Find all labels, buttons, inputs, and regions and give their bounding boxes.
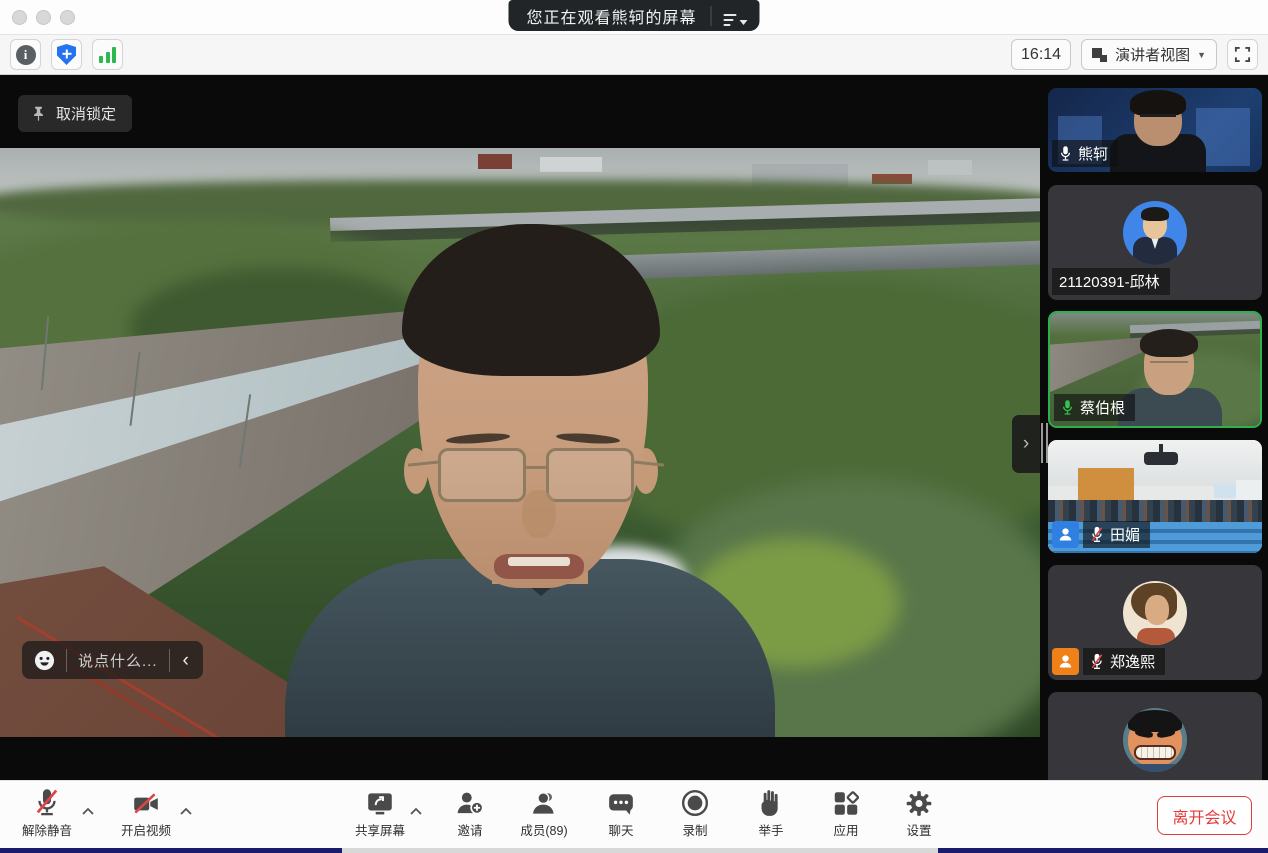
unmute-options-chevron[interactable]	[81, 803, 95, 821]
participant-tile-qiulin[interactable]: 21120391-邱林	[1048, 185, 1262, 300]
quick-chat-bar[interactable]: 说点什么... ‹	[22, 641, 203, 679]
avatar	[1123, 581, 1187, 645]
menu-lines-icon	[724, 11, 737, 26]
camera-off-icon	[131, 791, 161, 817]
fullscreen-icon	[1234, 46, 1251, 63]
participant-name-label: 郑逸熙	[1083, 648, 1165, 675]
avatar	[1123, 708, 1187, 772]
meeting-top-toolbar: i 16:14 演讲者视图 ▼	[0, 35, 1268, 75]
chat-bubble-icon	[607, 791, 635, 817]
chevron-right-icon: ›	[1023, 433, 1029, 455]
user-badge-blue-icon	[1052, 521, 1079, 548]
unmute-button[interactable]: 解除静音	[22, 787, 72, 839]
sidebar-collapse-button[interactable]: ›	[1012, 415, 1040, 473]
raise-hand-button[interactable]: 举手	[758, 787, 784, 839]
start-video-button[interactable]: 开启视频	[121, 787, 171, 839]
participant-tile-caibogen-active[interactable]: 蔡伯根	[1048, 311, 1262, 428]
meeting-timer[interactable]: 16:14	[1011, 39, 1071, 70]
zoom-window-button[interactable]	[60, 10, 75, 25]
quick-chat-input[interactable]: 说点什么...	[78, 650, 158, 671]
video-options-chevron[interactable]	[179, 803, 193, 821]
participant-name-label: 蔡伯根	[1054, 394, 1135, 421]
mic-on-icon	[1059, 145, 1072, 162]
participant-tile-cartoon[interactable]	[1048, 692, 1262, 780]
main-stage: 取消锁定 说点什么... ‹ ›	[0, 75, 1040, 780]
leave-meeting-button[interactable]: 离开会议	[1157, 796, 1252, 835]
security-button[interactable]	[51, 39, 82, 70]
unpin-button[interactable]: 取消锁定	[18, 95, 132, 132]
avatar	[1123, 201, 1187, 265]
participant-name-label: 21120391-邱林	[1052, 268, 1170, 295]
unpin-label: 取消锁定	[56, 103, 116, 124]
participant-name-label: 熊轲	[1052, 140, 1118, 167]
mic-muted-icon	[33, 787, 61, 817]
connection-quality-button[interactable]	[92, 39, 123, 70]
record-icon	[681, 789, 709, 817]
projector	[1144, 452, 1178, 465]
speaker-view-icon	[1092, 47, 1108, 63]
info-icon: i	[16, 45, 36, 65]
invite-person-icon	[455, 790, 485, 817]
share-options-menu-button[interactable]	[711, 6, 748, 26]
share-screen-icon	[365, 790, 395, 817]
sidebar-resize-handle[interactable]	[1041, 423, 1048, 463]
mic-speaking-icon	[1061, 399, 1074, 416]
chevron-down-icon: ▼	[1197, 50, 1206, 60]
menu-caret-icon	[740, 20, 748, 25]
participant-name-label: 田媚	[1083, 521, 1150, 548]
apps-grid-icon	[833, 790, 860, 817]
speaker-glasses	[438, 448, 526, 502]
raise-hand-icon	[758, 789, 784, 817]
view-mode-dropdown[interactable]: 演讲者视图 ▼	[1081, 39, 1217, 70]
members-icon	[529, 790, 559, 817]
close-window-button[interactable]	[12, 10, 27, 25]
meeting-time-text: 16:14	[1021, 46, 1061, 64]
settings-button[interactable]: 设置	[906, 787, 933, 839]
meeting-app-window: 您正在观看熊轲的屏幕 i 16:14 演讲者视图	[0, 0, 1268, 853]
meeting-bottom-toolbar: 解除静音 开启视频	[0, 780, 1268, 848]
apps-button[interactable]: 应用	[833, 787, 860, 839]
gear-icon	[906, 790, 933, 817]
record-button[interactable]: 录制	[681, 787, 709, 839]
minimize-window-button[interactable]	[36, 10, 51, 25]
emoji-smiley-icon[interactable]	[34, 650, 55, 671]
chat-collapse-chevron-icon[interactable]: ‹	[181, 651, 191, 670]
share-screen-button[interactable]: 共享屏幕	[355, 787, 405, 839]
meeting-content: 取消锁定 说点什么... ‹ ›	[0, 75, 1268, 780]
participant-tile-zhengyixi[interactable]: 郑逸熙	[1048, 565, 1262, 680]
participants-button[interactable]: 成员(89)	[520, 787, 567, 839]
window-titlebar: 您正在观看熊轲的屏幕	[0, 0, 1268, 35]
share-options-chevron[interactable]	[409, 803, 423, 821]
view-mode-label: 演讲者视图	[1115, 44, 1190, 65]
mic-muted-icon	[1090, 653, 1104, 670]
screen-share-banner-text: 您正在观看熊轲的屏幕	[526, 4, 710, 28]
user-badge-orange-icon	[1052, 648, 1079, 675]
background-window-edge	[0, 848, 1268, 853]
participant-tile-xiongke[interactable]: 熊轲	[1048, 88, 1262, 172]
participants-sidebar: 熊轲 21120391-邱林	[1040, 75, 1268, 780]
mic-muted-icon	[1090, 526, 1104, 543]
chat-button[interactable]: 聊天	[607, 787, 635, 839]
pin-icon	[30, 104, 47, 123]
invite-button[interactable]: 邀请	[455, 787, 485, 839]
fullscreen-button[interactable]	[1227, 39, 1258, 70]
screen-share-banner: 您正在观看熊轲的屏幕	[508, 0, 759, 31]
participant-tile-tianmei[interactable]: 田媚	[1048, 440, 1262, 553]
meeting-info-button[interactable]: i	[10, 39, 41, 70]
shield-plus-icon	[57, 44, 76, 65]
signal-bars-icon	[99, 47, 116, 63]
